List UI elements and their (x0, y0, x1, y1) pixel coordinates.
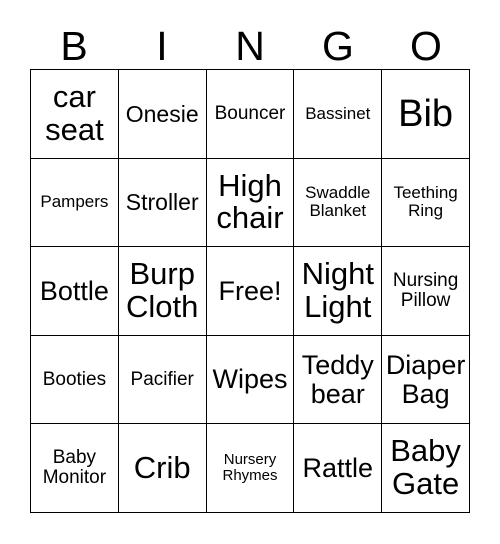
bingo-cell-o2[interactable]: Teething Ring (382, 158, 470, 248)
bingo-cell-g1[interactable]: Bassinet (294, 70, 383, 159)
bingo-cell-label: Night Light (301, 256, 374, 324)
bingo-card: B I N G O car seat Onesie Bouncer Bassin… (0, 0, 500, 544)
bingo-cell-label: Bottle (39, 275, 109, 306)
bingo-header-letter-i: I (156, 23, 168, 69)
bingo-cell-label: Bouncer (214, 102, 286, 124)
bingo-cell-label: Pacifier (130, 368, 194, 390)
bingo-cell-n1[interactable]: Bouncer (206, 70, 295, 159)
bingo-cell-b3[interactable]: Bottle (31, 247, 119, 336)
bingo-header-letter-b: B (60, 23, 88, 69)
bingo-header-row: B I N G O (30, 16, 470, 69)
bingo-cell-label: car seat (45, 78, 104, 147)
bingo-cell-free-space[interactable]: Free! (206, 247, 295, 336)
bingo-cell-label: Rattle (302, 452, 374, 483)
bingo-cell-label: Nursery Rhymes (222, 451, 278, 485)
bingo-cell-label: Nursing Pillow (392, 269, 459, 311)
bingo-cell-label: Wipes (212, 364, 288, 395)
bingo-cell-o1[interactable]: Bib (382, 70, 470, 159)
bingo-cell-n5[interactable]: Nursery Rhymes (206, 424, 295, 513)
bingo-cell-label: Booties (42, 368, 107, 390)
bingo-cell-label: Bassinet (305, 103, 371, 123)
bingo-cell-label: Baby Monitor (42, 447, 107, 489)
bingo-cell-label: Burp Cloth (126, 256, 199, 324)
bingo-cell-o4[interactable]: Diaper Bag (382, 335, 470, 425)
bingo-cell-n2[interactable]: High chair (206, 158, 295, 248)
bingo-cell-o3[interactable]: Nursing Pillow (382, 247, 470, 336)
bingo-cell-label: Baby Gate (390, 433, 461, 502)
bingo-cell-b2[interactable]: Pampers (31, 158, 119, 248)
bingo-cell-label: Onesie (125, 100, 199, 127)
bingo-cell-n4[interactable]: Wipes (206, 335, 295, 425)
bingo-cell-label: Teddy bear (301, 349, 374, 409)
bingo-header-letter-g: G (322, 23, 354, 69)
bingo-cell-i5[interactable]: Crib (118, 424, 207, 513)
bingo-cell-i4[interactable]: Pacifier (118, 335, 207, 425)
bingo-cell-label: Crib (133, 449, 191, 485)
bingo-header-letter-o: O (410, 23, 442, 69)
bingo-cell-o5[interactable]: Baby Gate (382, 424, 470, 513)
bingo-cell-label: Stroller (125, 189, 199, 216)
bingo-cell-b4[interactable]: Booties (31, 335, 119, 425)
bingo-cell-b5[interactable]: Baby Monitor (31, 424, 119, 513)
bingo-grid: car seat Onesie Bouncer Bassinet Bib Pam… (30, 69, 470, 513)
bingo-cell-i2[interactable]: Stroller (118, 158, 207, 248)
bingo-header-letter-n: N (235, 23, 265, 69)
bingo-cell-label: Pampers (40, 192, 109, 212)
bingo-cell-g3[interactable]: Night Light (294, 247, 383, 336)
bingo-cell-label: Teething Ring (393, 183, 458, 221)
bingo-cell-i1[interactable]: Onesie (118, 70, 207, 159)
bingo-cell-label: High chair (216, 167, 284, 236)
bingo-cell-g5[interactable]: Rattle (294, 424, 383, 513)
bingo-cell-label: Bib (398, 92, 454, 135)
bingo-cell-label: Free! (218, 275, 282, 306)
bingo-cell-label: Diaper Bag (385, 349, 466, 409)
bingo-cell-i3[interactable]: Burp Cloth (118, 247, 207, 336)
bingo-cell-b1[interactable]: car seat (31, 70, 119, 159)
bingo-cell-label: Swaddle Blanket (305, 183, 371, 221)
bingo-cell-g2[interactable]: Swaddle Blanket (294, 158, 383, 248)
bingo-cell-g4[interactable]: Teddy bear (294, 335, 383, 425)
